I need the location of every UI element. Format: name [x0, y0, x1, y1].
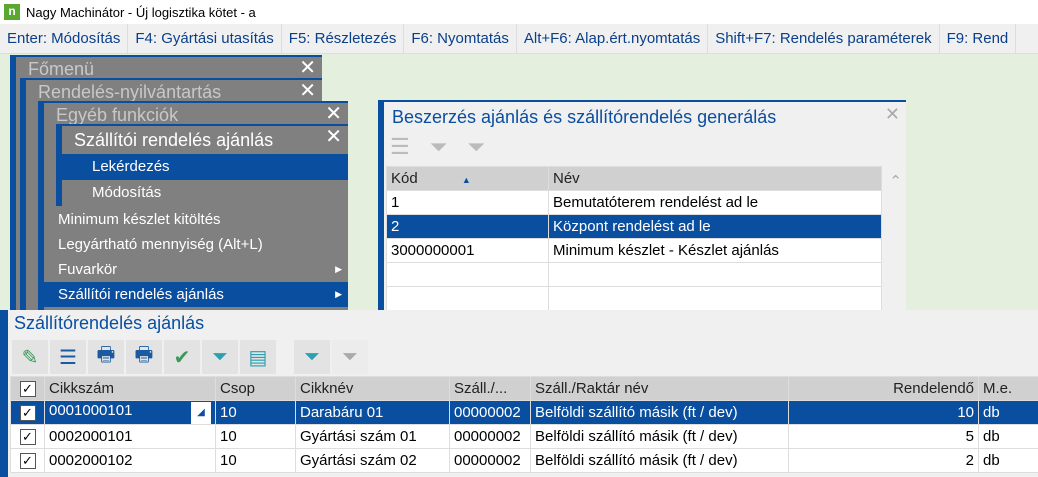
close-icon[interactable]: ✕: [325, 103, 342, 125]
dropdown-icon[interactable]: ◢: [191, 401, 211, 424]
grid-table: ✓ Cikkszám Csop Cikknév Száll./... Száll…: [10, 376, 1038, 473]
column-header-cikkszam[interactable]: Cikkszám: [44, 376, 216, 401]
cell-raktar-nev: Belföldi szállító másik (ft / dev): [530, 448, 789, 473]
window-title: Nagy Machinátor - Új logisztika kötet - …: [26, 4, 256, 20]
cell-csop: 10: [215, 400, 296, 425]
cell-cikkszam: 0001000101 ◢: [44, 400, 216, 425]
clear-filter-icon[interactable]: ⏷: [467, 134, 485, 164]
cell-kod: 2: [386, 214, 549, 239]
fkey-enter[interactable]: Enter: Módosítás: [0, 24, 129, 53]
sort-asc-icon: ▲: [461, 175, 471, 185]
menu-item-query[interactable]: Lekérdezés: [62, 154, 348, 179]
document-icon[interactable]: ▤: [240, 340, 276, 374]
fkey-f9[interactable]: F9: Rend: [940, 24, 1017, 53]
cell-szall: 00000002: [449, 448, 531, 473]
cell-cikknev: Gyártási szám 02: [295, 448, 450, 473]
table-row[interactable]: 3000000001 Minimum készlet - Készlet aján…: [386, 238, 882, 263]
grid-toolbar: ✎ ☰ 🖶 🖶 ✔ ⏷ ▤ ⏷ ⏷: [8, 338, 1038, 374]
table-row[interactable]: ✓ 0001000101 ◢ 10 Darabáru 01 00000002 Be…: [10, 400, 1038, 425]
function-key-bar: Enter: Módosítás F4: Gyártási utasítás F…: [0, 24, 1038, 54]
menu-item-producible-qty[interactable]: Legyártható mennyiség (Alt+L): [44, 232, 348, 257]
fkey-alt-f6[interactable]: Alt+F6: Alap.ért.nyomtatás: [517, 24, 709, 53]
cell-kod: 1: [386, 190, 549, 215]
menu-item-supplier-order[interactable]: Szállítói rendelés ajánlás ▶: [44, 282, 348, 307]
supplier-order-panel: Szállítórendelés ajánlás ✎ ☰ 🖶 🖶 ✔ ⏷ ▤ ⏷…: [0, 310, 1038, 477]
cell-me: db: [978, 424, 1038, 449]
close-icon[interactable]: ✕: [299, 57, 316, 79]
print-icon[interactable]: 🖶: [88, 340, 124, 374]
filter-settings-icon[interactable]: ⏷: [294, 340, 330, 374]
panel-title: Szállítórendelés ajánlás: [14, 313, 205, 333]
close-icon[interactable]: ✕: [885, 104, 900, 125]
select-all-checkbox[interactable]: ✓: [10, 376, 45, 401]
cell-cikknev: Gyártási szám 01: [295, 424, 450, 449]
cell-me: db: [978, 448, 1038, 473]
menu-item-minimum-stock[interactable]: Minimum készlet kitöltés: [44, 207, 348, 232]
cell-me: db: [978, 400, 1038, 425]
table-row[interactable]: 2 Központ rendelést ad le: [386, 214, 882, 239]
column-header-kod[interactable]: Kód ▲: [386, 166, 549, 191]
column-header-me[interactable]: M.e.: [978, 376, 1038, 401]
table-row[interactable]: ✓ 0002000102 10 Gyártási szám 02 0000000…: [10, 448, 1038, 473]
cell-cikkszam: 0002000101: [44, 424, 216, 449]
column-header-szall[interactable]: Száll./...: [449, 376, 531, 401]
row-checkbox[interactable]: ✓: [10, 448, 45, 473]
clear-filter-icon[interactable]: ⏷: [332, 340, 368, 374]
menu-item-modify[interactable]: Módosítás: [62, 179, 348, 204]
scroll-up-icon[interactable]: ⌃: [889, 172, 902, 190]
generation-dialog: Beszerzés ajánlás és szállítórendelés ge…: [378, 100, 906, 312]
supplier-order-menu: Szállítói rendelés ajánlás ✕ Lekérdezés M…: [56, 124, 348, 206]
cell-rendelendo: 5: [788, 424, 979, 449]
cell-csop: 10: [215, 448, 296, 473]
close-icon[interactable]: ✕: [325, 126, 342, 148]
supplier-menu-title: Szállítói rendelés ajánlás ✕: [74, 126, 342, 150]
close-icon[interactable]: ✕: [299, 80, 316, 102]
row-checkbox[interactable]: ✓: [10, 400, 45, 425]
table-row[interactable]: 1 Bemutatóterem rendelést ad le: [386, 190, 882, 215]
cell-nev: Minimum készlet - Készlet ajánlás: [548, 238, 882, 263]
cell-nev: Központ rendelést ad le: [548, 214, 882, 239]
edit-icon[interactable]: ✎: [12, 340, 48, 374]
chevron-right-icon: ▶: [335, 289, 342, 299]
fkey-f6[interactable]: F6: Nyomtatás: [404, 24, 517, 53]
table-row[interactable]: ✓ 0002000101 10 Gyártási szám 01 0000000…: [10, 424, 1038, 449]
cell-rendelendo: 10: [788, 400, 979, 425]
menu-item-fuvarkor[interactable]: Fuvarkör ▶: [44, 257, 348, 282]
menu-icon[interactable]: ☰: [390, 134, 410, 164]
cell-cikknev: Darabáru 01: [295, 400, 450, 425]
title-bar: n Nagy Machinátor - Új logisztika kötet …: [0, 0, 1038, 24]
check-list-icon[interactable]: ✔: [164, 340, 200, 374]
cell-raktar-nev: Belföldi szállító másik (ft / dev): [530, 424, 789, 449]
cell-cikkszam: 0002000102: [44, 448, 216, 473]
cell-szall: 00000002: [449, 400, 531, 425]
dialog-title: Beszerzés ajánlás és szállítórendelés ge…: [392, 107, 777, 127]
column-header-cikknev[interactable]: Cikknév: [295, 376, 450, 401]
cell-raktar-nev: Belföldi szállító másik (ft / dev): [530, 400, 789, 425]
cell-rendelendo: 2: [788, 448, 979, 473]
cell-kod: 3000000001: [386, 238, 549, 263]
column-header-rendelendo[interactable]: Rendelendő: [788, 376, 979, 401]
fkey-shift-f7[interactable]: Shift+F7: Rendelés paraméterek: [708, 24, 940, 53]
app-logo: n: [4, 4, 20, 20]
filter-icon[interactable]: ⏷: [202, 340, 238, 374]
fkey-f4[interactable]: F4: Gyártási utasítás: [128, 24, 282, 53]
column-header-raktar-nev[interactable]: Száll./Raktár név: [530, 376, 789, 401]
row-checkbox[interactable]: ✓: [10, 424, 45, 449]
menu-icon[interactable]: ☰: [50, 340, 86, 374]
dialog-table: Kód ▲ Név 1 Bemutatóterem rendelést ad le …: [386, 166, 882, 311]
fkey-f5[interactable]: F5: Részletezés: [282, 24, 405, 53]
column-header-csop[interactable]: Csop: [215, 376, 296, 401]
cell-szall: 00000002: [449, 424, 531, 449]
cell-nev: Bemutatóterem rendelést ad le: [548, 190, 882, 215]
filter-icon[interactable]: ⏷: [430, 134, 448, 164]
cell-csop: 10: [215, 424, 296, 449]
print-preview-icon[interactable]: 🖶: [126, 340, 162, 374]
chevron-right-icon: ▶: [335, 264, 342, 274]
column-header-nev[interactable]: Név: [548, 166, 882, 191]
